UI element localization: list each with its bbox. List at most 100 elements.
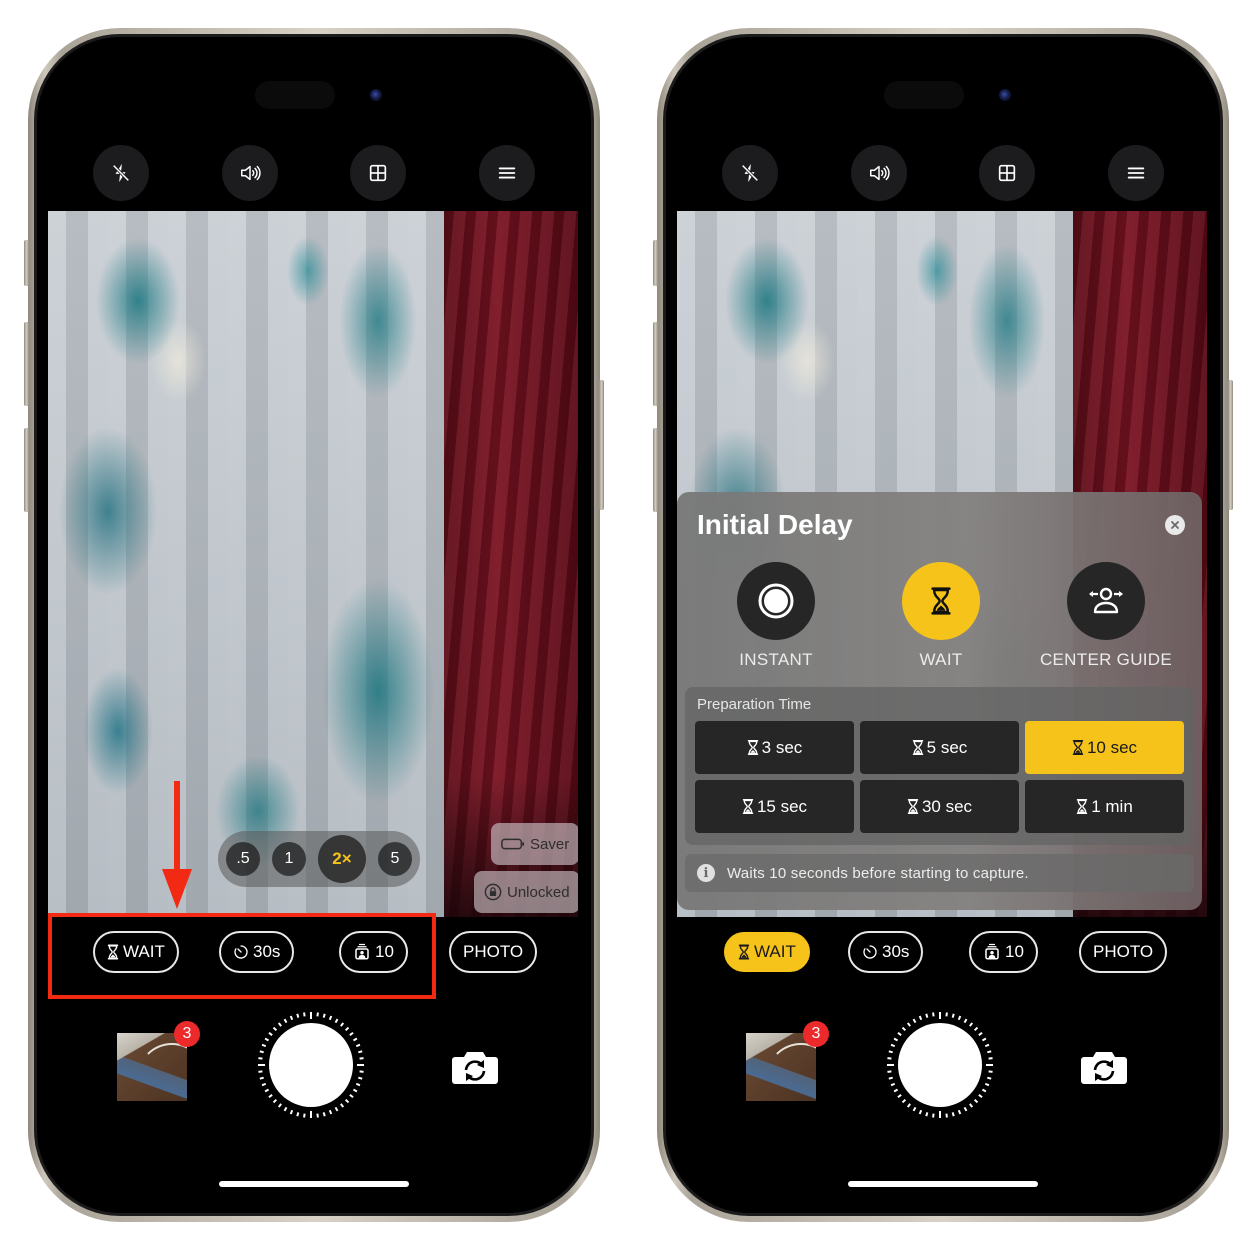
shutter-tick <box>283 1018 288 1024</box>
action-button <box>653 240 658 286</box>
flash-off-button[interactable] <box>93 145 149 201</box>
instant-option[interactable]: INSTANT <box>701 562 851 670</box>
phone-left: .5 1 2× 5 Saver Unlocked WAIT 30s 10 PHO… <box>28 28 600 1222</box>
preparation-time-title: Preparation Time <box>697 696 812 713</box>
grid-button[interactable] <box>350 145 407 201</box>
shutter-tick <box>973 1026 979 1032</box>
camera-viewfinder[interactable]: .5 1 2× 5 Saver Unlocked <box>48 211 578 917</box>
prep-10-sec-button[interactable]: 10 sec <box>1025 721 1184 774</box>
photo-label: PHOTO <box>1093 942 1154 961</box>
sound-button[interactable] <box>850 145 907 201</box>
front-camera-lens <box>370 89 382 101</box>
zoom-1x-button[interactable]: 1 <box>272 842 306 876</box>
hourglass-icon <box>912 740 924 755</box>
hourglass-icon <box>738 944 750 960</box>
shutter-tick <box>303 1012 306 1017</box>
prep-5-sec-button[interactable]: 5 sec <box>860 721 1019 774</box>
flip-camera-button[interactable] <box>1080 1049 1128 1085</box>
timer-icon <box>862 944 878 960</box>
home-indicator[interactable] <box>219 1181 409 1187</box>
shutter-tick <box>258 1070 263 1073</box>
prep-1-min-button[interactable]: 1 min <box>1025 780 1184 833</box>
volume-up-button <box>24 322 29 406</box>
prep-30-sec-button[interactable]: 30 sec <box>860 780 1019 833</box>
floral-curtain-scene <box>48 211 444 917</box>
shutter-tick <box>957 1015 962 1021</box>
shutter-tick <box>322 1112 326 1117</box>
zoom-5x-button[interactable]: 5 <box>378 842 412 876</box>
shutter-tick <box>352 1037 358 1042</box>
wait-mode-button[interactable]: WAIT <box>724 932 810 972</box>
center-guide-option[interactable]: CENTER GUIDE <box>1031 562 1181 670</box>
shutter-tick <box>296 1013 300 1018</box>
shutter-tick <box>963 1106 968 1112</box>
menu-button[interactable] <box>1107 145 1164 201</box>
phone-right: Initial Delay INSTANT WAIT CENTER GUIDE … <box>657 28 1229 1222</box>
shutter-tick <box>261 1082 267 1087</box>
shutter-tick <box>296 1112 300 1117</box>
burst-photo-icon <box>983 943 1001 961</box>
prep-option-label: 1 min <box>1091 796 1133 816</box>
zoom-2x-button[interactable]: 2× <box>318 835 366 883</box>
shutter-tick <box>901 1098 907 1104</box>
shutter-tick <box>969 1103 974 1108</box>
gallery-thumbnail[interactable] <box>746 1033 816 1101</box>
instant-option-circle <box>737 562 815 640</box>
photo-mode-button[interactable]: PHOTO <box>1079 931 1168 973</box>
shutter-tick <box>344 1026 350 1032</box>
shutter-tick <box>945 1113 948 1118</box>
shutter-tick <box>981 1037 987 1042</box>
shutter-tick <box>349 1031 354 1036</box>
burst-count-button[interactable]: 10 <box>969 931 1038 973</box>
shutter-tick <box>887 1057 892 1060</box>
battery-saver-chip[interactable]: Saver <box>491 823 578 865</box>
sound-button[interactable] <box>221 145 278 201</box>
shutter-tick <box>328 1109 333 1115</box>
speaker-sound-icon <box>239 162 261 184</box>
timer-label: 30s <box>882 942 910 961</box>
preparation-time-section: Preparation Time 3 sec 5 sec 10 sec 15 s… <box>685 687 1194 845</box>
shutter-tick <box>984 1043 990 1048</box>
burst-count-button[interactable]: 10 <box>339 931 408 973</box>
lock-status-chip[interactable]: Unlocked <box>474 871 578 913</box>
action-button <box>24 240 29 286</box>
shutter-tick <box>888 1076 893 1080</box>
shutter-tick <box>328 1015 333 1021</box>
timer-30s-button[interactable]: 30s <box>848 931 924 973</box>
zoom-0.5x-button[interactable]: .5 <box>226 842 260 876</box>
shutter-tick <box>359 1057 364 1060</box>
shutter-tick <box>987 1076 992 1080</box>
shutter-tick <box>334 1106 339 1112</box>
close-panel-button[interactable] <box>1165 515 1185 535</box>
shutter-tick <box>981 1088 987 1093</box>
shutter-tick <box>344 1098 350 1104</box>
top-controls <box>93 145 535 201</box>
camera-screen: Initial Delay INSTANT WAIT CENTER GUIDE … <box>666 37 1220 1213</box>
wait-option[interactable]: WAIT <box>866 562 1016 670</box>
shutter-tick <box>893 1088 899 1093</box>
flip-camera-button[interactable] <box>451 1049 499 1085</box>
flash-off-button[interactable] <box>722 145 778 201</box>
power-button <box>599 380 604 510</box>
menu-button[interactable] <box>478 145 535 201</box>
photo-mode-button[interactable]: PHOTO <box>449 931 538 973</box>
wait-mode-button[interactable]: WAIT <box>93 931 179 973</box>
shutter-tick <box>303 1113 306 1118</box>
prep-option-label: 3 sec <box>761 737 803 757</box>
shutter-tick <box>283 1106 288 1112</box>
shutter-tick <box>897 1031 902 1036</box>
shutter-button[interactable] <box>884 1009 996 1121</box>
battery-icon <box>501 837 525 851</box>
shutter-tick <box>888 1050 893 1054</box>
shutter-tick <box>316 1012 319 1017</box>
shutter-tick <box>340 1103 345 1108</box>
prep-15-sec-button[interactable]: 15 sec <box>695 780 854 833</box>
shutter-tick <box>973 1098 979 1104</box>
timer-30s-button[interactable]: 30s <box>219 931 295 973</box>
gallery-thumbnail[interactable] <box>117 1033 187 1101</box>
home-indicator[interactable] <box>848 1181 1038 1187</box>
shutter-button[interactable] <box>255 1009 367 1121</box>
grid-button[interactable] <box>979 145 1036 201</box>
prep-3-sec-button[interactable]: 3 sec <box>695 721 854 774</box>
shutter-tick <box>932 1113 935 1118</box>
